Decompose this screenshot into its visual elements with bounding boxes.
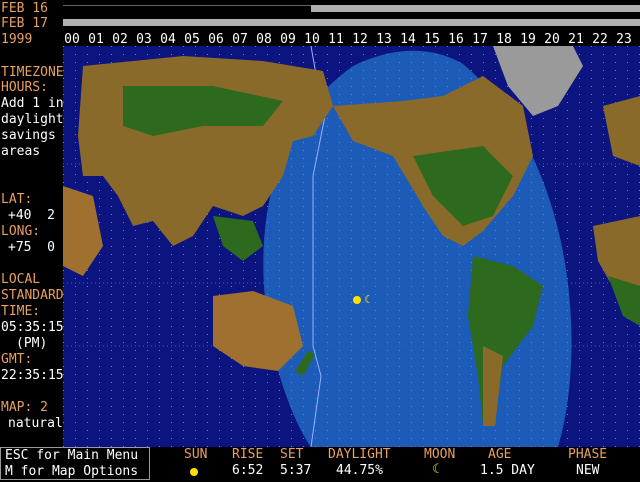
long-value: +75 0 [8,240,55,255]
menu-hint-m[interactable]: M for Map Options [5,465,138,479]
age-value: 1.5 DAY [480,463,535,478]
hour-label: 06 [208,32,224,47]
timezone-note-4: areas [1,144,41,159]
hour-label: 14 [400,32,416,47]
date-row-1-bar [63,5,311,13]
gmt-time: 22:35:15 [1,368,64,383]
hour-label: 17 [472,32,488,47]
hour-label: 07 [232,32,248,47]
local-label-3: TIME: [1,304,41,319]
hour-label: 00 [64,32,80,47]
hour-label: 11 [328,32,344,47]
timezone-note-3: savings [1,128,56,143]
local-label-1: LOCAL [1,272,41,287]
rise-heading: RISE [232,447,264,462]
hour-label: 23 [616,32,632,47]
menu-hint-esc[interactable]: ESC for Main Menu [5,449,138,463]
daylight-heading: DAYLIGHT [328,447,391,462]
hour-label: 16 [448,32,464,47]
date-row-1-label: FEB 16 [1,1,48,16]
hour-label: 10 [304,32,320,47]
timezone-title-1: TIMEZONE [1,65,64,80]
hour-label: 04 [160,32,176,47]
sun-heading: SUN [184,447,208,462]
daylight-value: 44.75% [336,463,383,478]
set-value: 5:37 [280,463,312,478]
hour-label: 15 [424,32,440,47]
map-name: natural [8,416,63,431]
hour-label: 13 [376,32,392,47]
hour-label: 08 [256,32,272,47]
timezone-title-2: HOURS: [1,80,48,95]
world-map[interactable]: ☾ [63,46,640,447]
local-ampm: (PM) [16,336,48,351]
timezone-note-2: daylight [1,112,64,127]
hour-label: 03 [136,32,152,47]
hour-label: 02 [112,32,128,47]
rise-value: 6:52 [232,463,264,478]
crescent-moon-icon: ☾ [432,462,444,477]
phase-heading: PHASE [568,447,608,462]
moon-position-icon: ☾ [364,293,374,306]
map-label: MAP: 2 [1,400,48,415]
date-row-2-bar [63,19,640,26]
hour-label: 21 [568,32,584,47]
moon-heading: MOON [424,447,456,462]
lat-value: +40 2 [8,208,55,223]
long-label: LONG: [1,224,41,239]
hour-label: 05 [184,32,200,47]
gmt-label: GMT: [1,352,33,367]
hour-label: 09 [280,32,296,47]
date-row-2-label: FEB 17 [1,16,48,31]
set-heading: SET [280,447,304,462]
hour-label: 18 [496,32,512,47]
hour-label: 01 [88,32,104,47]
hour-label: 20 [544,32,560,47]
sun-position-icon [353,296,361,304]
phase-value: NEW [576,463,600,478]
timezone-note-1: Add 1 in [1,96,64,111]
hour-label: 12 [352,32,368,47]
date-row-1-bar-highlight [311,5,640,12]
lat-label: LAT: [1,192,33,207]
local-label-2: STANDARD [1,288,64,303]
hour-label: 22 [592,32,608,47]
hour-label: 19 [520,32,536,47]
age-heading: AGE [488,447,512,462]
local-time: 05:35:15 [1,320,64,335]
year-label: 1999 [1,32,33,47]
